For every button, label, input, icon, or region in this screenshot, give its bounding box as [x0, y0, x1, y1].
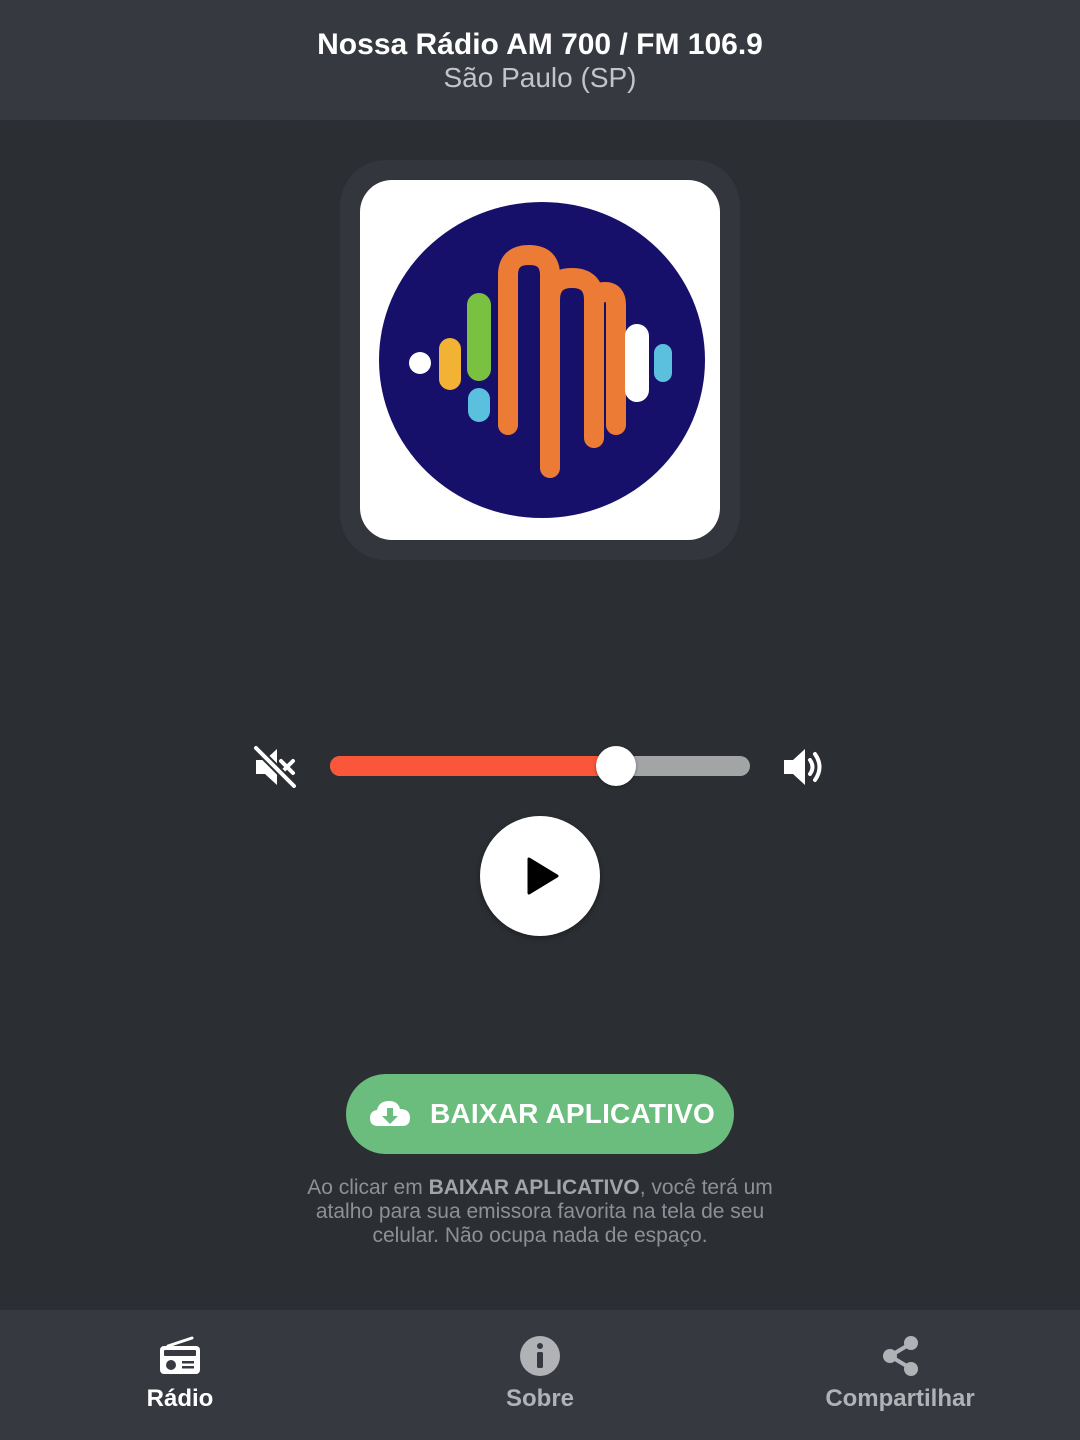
download-note-prefix: Ao clicar em [307, 1176, 429, 1199]
station-logo [360, 180, 720, 540]
volume-control [250, 736, 830, 796]
info-icon [520, 1336, 560, 1376]
radio-player-app: Nossa Rádio AM 700 / FM 106.9 São Paulo … [0, 0, 1080, 1440]
nav-item-compartilhar[interactable]: Compartilhar [720, 1310, 1080, 1440]
nav-item-sobre[interactable]: Sobre [360, 1310, 720, 1440]
volume-mute-icon[interactable] [250, 742, 300, 792]
header: Nossa Rádio AM 700 / FM 106.9 São Paulo … [0, 0, 1080, 120]
play-button[interactable] [480, 816, 600, 936]
download-app-button[interactable]: BAIXAR APLICATIVO [346, 1074, 734, 1154]
station-title: Nossa Rádio AM 700 / FM 106.9 [317, 28, 763, 61]
radio-icon [160, 1336, 200, 1374]
download-app-label: BAIXAR APLICATIVO [430, 1098, 715, 1129]
share-icon [883, 1336, 918, 1376]
volume-up-icon[interactable] [778, 742, 828, 792]
nav-label-compartilhar: Compartilhar [825, 1385, 975, 1412]
nav-item-radio[interactable]: Rádio [0, 1310, 360, 1440]
volume-slider[interactable] [330, 746, 750, 786]
nav-label-sobre: Sobre [505, 1385, 574, 1412]
bottom-nav: Rádio Sobre Compartilhar [0, 1310, 1080, 1440]
station-logo-frame [340, 160, 740, 560]
station-location: São Paulo (SP) [443, 62, 637, 93]
download-note: Ao clicar em BAIXAR APLICATIVO, você ter… [280, 1176, 800, 1248]
volume-slider-thumb[interactable] [595, 746, 636, 786]
download-note-bold: BAIXAR APLICATIVO [428, 1176, 640, 1199]
cloud-download-icon [370, 1101, 410, 1126]
nav-label-radio: Rádio [146, 1385, 214, 1412]
volume-slider-fill [330, 756, 616, 776]
station-logo-graphic [379, 202, 705, 518]
play-icon [527, 857, 559, 895]
